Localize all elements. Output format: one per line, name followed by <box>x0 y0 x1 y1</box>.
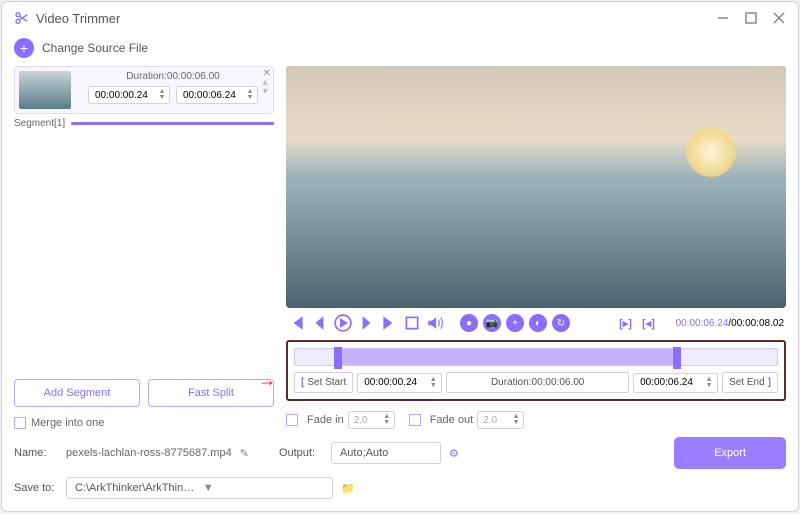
segment-slider[interactable] <box>71 122 274 125</box>
file-name: pexels-lachlan-ross-8775687.mp4 <box>66 447 232 459</box>
name-label: Name: <box>14 447 58 459</box>
step-fwd-icon[interactable] <box>357 314 375 332</box>
open-folder-icon[interactable]: 📁 <box>341 482 355 495</box>
export-button[interactable]: Export <box>674 437 786 469</box>
snapshot-icon[interactable]: 📷 <box>483 314 501 332</box>
merge-label: Merge into one <box>31 417 104 429</box>
step-back-icon[interactable] <box>311 314 329 332</box>
trim-start-input[interactable]: ▲▼ <box>357 373 442 393</box>
output-label: Output: <box>279 447 323 459</box>
player-controls: ● 📷 + ◐ ↻ [▸] [◂] 00:00:06.24/00:00:08.0… <box>286 308 786 338</box>
trim-box: → [Set Start ▲▼ Duration:00:00:06.00 <box>286 340 786 401</box>
segments-panel: Duration:00:00:06.00 ▲▼ ▲▼ ✕ ▴ <box>14 66 274 429</box>
fade-in-label: Fade in <box>307 414 344 426</box>
maximize-button[interactable] <box>744 11 758 25</box>
add-segment-button[interactable]: Add Segment <box>14 379 140 407</box>
set-end-button[interactable]: Set End] <box>722 372 778 393</box>
refresh-icon[interactable]: ↻ <box>552 314 570 332</box>
stop-icon[interactable] <box>403 314 421 332</box>
skip-end-icon[interactable] <box>380 314 398 332</box>
down-icon[interactable]: ▼ <box>511 420 521 426</box>
change-source-label[interactable]: Change Source File <box>42 41 148 55</box>
save-path-select[interactable]: C:\ArkThinker\ArkThink...erter Ultimate\… <box>66 477 333 499</box>
bracket-right-icon[interactable]: [◂] <box>640 314 658 332</box>
play-icon[interactable] <box>334 314 352 332</box>
bracket-left-icon[interactable]: [▸] <box>617 314 635 332</box>
add-source-button[interactable]: + <box>14 38 34 58</box>
duration-label: Duration:00:00:06.00 <box>126 71 219 82</box>
down-icon[interactable]: ▼ <box>428 383 438 389</box>
fast-split-button[interactable]: Fast Split <box>148 379 274 407</box>
segment-item[interactable]: Duration:00:00:06.00 ▲▼ ▲▼ ✕ ▴ <box>14 66 274 114</box>
segment-label: Segment[1] <box>14 118 65 129</box>
set-start-button[interactable]: [Set Start <box>294 372 353 393</box>
app-window: Video Trimmer + Change Source File Durat… <box>1 1 799 512</box>
titlebar: Video Trimmer <box>2 2 798 34</box>
down-icon[interactable]: ▼ <box>157 95 167 101</box>
fade-out-label: Fade out <box>430 414 473 426</box>
fade-out-input[interactable]: ▲▼ <box>477 411 524 429</box>
bottom-bar: Name: pexels-lachlan-ross-8775687.mp4 ✎ … <box>2 429 798 511</box>
fade-controls: Fade in ▲▼ Fade out ▲▼ <box>286 411 786 429</box>
minimize-button[interactable] <box>716 11 730 25</box>
down-icon[interactable]: ▼ <box>704 383 714 389</box>
trim-handle-right[interactable] <box>673 347 681 369</box>
marker1-icon[interactable]: ● <box>460 314 478 332</box>
output-select[interactable]: Auto;Auto <box>331 442 441 464</box>
trim-end-input[interactable]: ▲▼ <box>633 373 718 393</box>
video-preview[interactable] <box>286 66 786 308</box>
chevron-down-icon[interactable]: ▼ <box>203 482 325 494</box>
volume-icon[interactable] <box>426 314 444 332</box>
fade-in-checkbox[interactable] <box>286 414 298 426</box>
time-display: 00:00:06.24/00:00:08.02 <box>676 318 784 329</box>
callout-arrow-icon: → <box>258 370 276 391</box>
fade-in-input[interactable]: ▲▼ <box>348 411 395 429</box>
source-toolbar: + Change Source File <box>2 34 798 66</box>
merge-checkbox[interactable] <box>14 417 26 429</box>
chevron-down-icon[interactable]: ▾ <box>263 87 271 96</box>
save-to-label: Save to: <box>14 482 58 494</box>
segment-start-input[interactable]: ▲▼ <box>88 86 170 104</box>
add-marker-icon[interactable]: + <box>506 314 524 332</box>
segment-thumbnail <box>19 71 71 109</box>
skip-start-icon[interactable] <box>288 314 306 332</box>
marker2-icon[interactable]: ◐ <box>529 314 547 332</box>
scissors-icon <box>14 10 30 26</box>
close-button[interactable] <box>772 11 786 25</box>
trim-handle-left[interactable] <box>334 347 342 369</box>
fade-out-checkbox[interactable] <box>409 414 421 426</box>
trim-duration: Duration:00:00:06.00 <box>446 372 629 393</box>
down-icon[interactable]: ▼ <box>245 95 255 101</box>
edit-name-icon[interactable]: ✎ <box>240 447 249 460</box>
preview-panel: ● 📷 + ◐ ↻ [▸] [◂] 00:00:06.24/00:00:08.0… <box>286 66 786 429</box>
window-title: Video Trimmer <box>36 11 702 26</box>
gear-icon[interactable]: ⚙ <box>449 447 459 460</box>
timeline-track[interactable] <box>294 348 778 366</box>
down-icon[interactable]: ▼ <box>382 420 392 426</box>
segment-end-input[interactable]: ▲▼ <box>176 86 258 104</box>
segment-actions: ✕ ▴ ▾ <box>263 69 271 96</box>
